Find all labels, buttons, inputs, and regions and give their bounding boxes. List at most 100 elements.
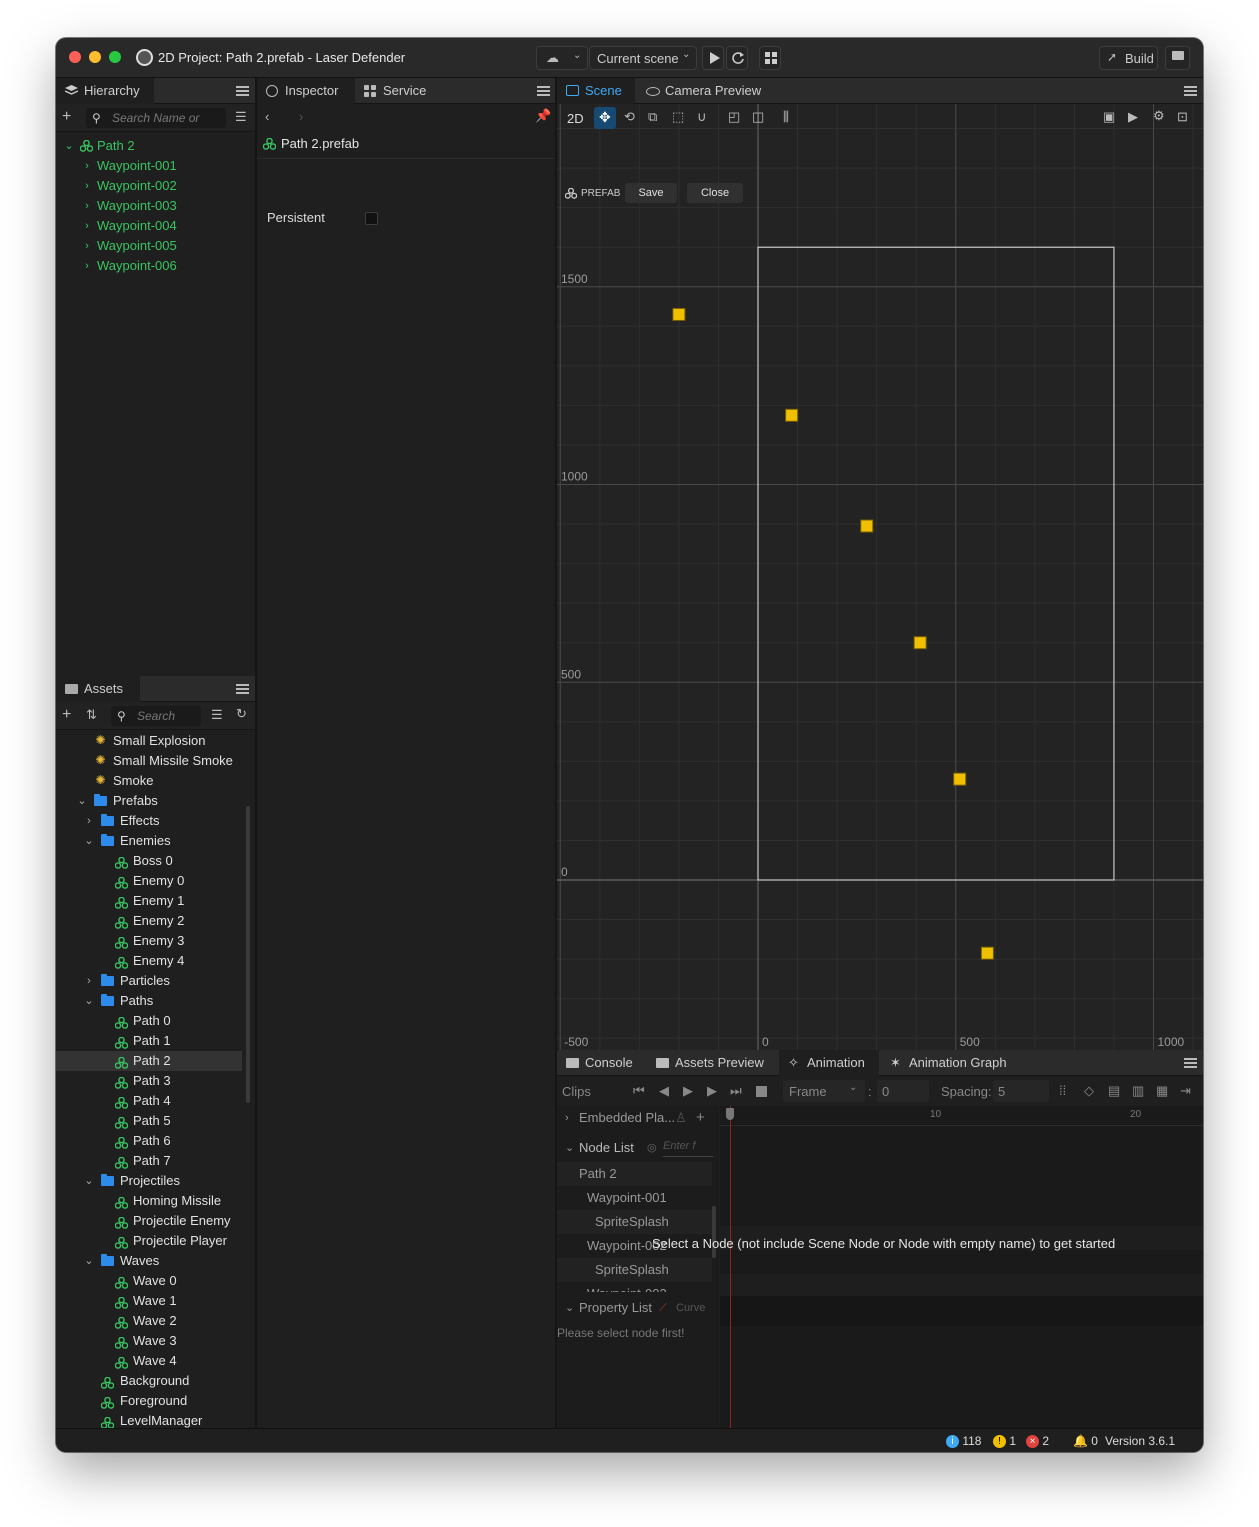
asset-row[interactable]: Enemy 1 [56,891,242,911]
tab-hierarchy[interactable]: Hierarchy [56,78,154,104]
asset-row[interactable]: Enemy 2 [56,911,242,931]
jump-first-icon[interactable]: ⏮ [633,1083,645,1099]
chevron-right-icon[interactable]: › [84,971,94,991]
maximize-window-button[interactable] [109,51,121,63]
minimize-window-button[interactable] [89,51,101,63]
node-list-item[interactable]: SpriteSplash [557,1258,712,1282]
asset-row[interactable]: Foreground [56,1391,242,1411]
tab-scene[interactable]: Scene [557,78,635,104]
asset-row[interactable]: Enemy 0 [56,871,242,891]
magnet-icon[interactable]: ∪ [697,109,707,125]
chevron-right-icon[interactable]: › [84,811,94,831]
tab-console[interactable]: Console [557,1050,647,1076]
tree-node-root[interactable]: ⌄ Path 2 [56,136,255,156]
waypoint-marker[interactable] [860,519,874,533]
refresh-icon[interactable]: ↻ [236,706,247,722]
chevron-down-icon[interactable]: ⌄ [84,1171,94,1191]
asset-row[interactable]: Wave 1 [56,1291,242,1311]
asset-folder-row[interactable]: › Particles [56,971,242,991]
chevron-right-icon[interactable]: › [82,236,92,256]
chevron-right-icon[interactable]: › [82,256,92,276]
node-list-header[interactable]: ⌄ Node List ◎ Enter f [557,1136,719,1160]
keyframe-icon[interactable]: ◇ [1084,1083,1094,1099]
mode-2d-toggle[interactable]: 2D [567,111,584,126]
back-arrow-icon[interactable]: ‹ [265,109,269,124]
asset-folder-row[interactable]: ⌄ Projectiles [56,1171,242,1191]
error-count[interactable]: × 2 [1026,1434,1049,1449]
step-forward-icon[interactable]: ▶ [707,1083,717,1099]
asset-row[interactable]: Projectile Enemy [56,1211,242,1231]
sort-icon[interactable]: ⇅ [86,707,97,723]
notification-count[interactable]: 🔔 0 [1073,1434,1098,1448]
prefab-save-button[interactable]: Save [625,183,677,203]
asset-row[interactable]: Wave 2 [56,1311,242,1331]
playhead-line[interactable] [730,1106,731,1428]
node-list-item[interactable]: Path 2 [557,1162,712,1186]
dots-grid-icon[interactable]: ⁞⁞ [1059,1083,1066,1098]
property-list-header[interactable]: ⌄ Property List ⟋ Curve [557,1296,719,1320]
clip-settings-icon[interactable]: ▥ [1132,1083,1144,1099]
node-list-item[interactable]: Waypoint-001 [557,1186,712,1210]
align-icon[interactable]: ⫼ [783,109,789,125]
asset-row[interactable]: Wave 0 [56,1271,242,1291]
jump-last-icon[interactable]: ⏭ [730,1083,742,1099]
timeline-area[interactable]: 10 20 [720,1106,1203,1428]
chevron-down-icon[interactable]: ⌄ [84,831,94,851]
asset-row[interactable]: Path 4 [56,1091,242,1111]
hierarchy-search-input[interactable]: ⚲ Search Name or [86,108,226,128]
warning-count[interactable]: ! 1 [993,1434,1016,1449]
scene-menu-icon[interactable] [1184,86,1197,96]
tree-node-waypoint[interactable]: › Waypoint-006 [56,256,255,276]
assets-search-input[interactable]: ⚲ Search [111,706,201,726]
rotate-icon[interactable]: ⟲ [624,109,635,125]
prefab-close-button[interactable]: Close [687,183,743,203]
asset-folder-row[interactable]: › Effects [56,811,242,831]
exit-icon[interactable]: ⇥ [1180,1083,1191,1099]
info-count[interactable]: i 118 [946,1434,981,1449]
tree-node-waypoint[interactable]: › Waypoint-003 [56,196,255,216]
hierarchy-menu-icon[interactable] [236,86,249,96]
node-list-item[interactable]: Waypoint-003 [557,1282,712,1292]
refresh-button[interactable] [726,46,748,70]
scene-select[interactable]: Current scene ⌄ [589,46,697,70]
waypoint-marker[interactable] [913,636,927,650]
pin-icon[interactable]: 📌 [535,108,551,124]
persistent-checkbox[interactable] [365,212,378,225]
add-node-icon[interactable]: + [62,108,71,126]
asset-row[interactable]: ✺ Small Explosion [56,731,242,751]
waypoint-marker[interactable] [953,772,967,786]
asset-row[interactable]: ✺ Smoke [56,771,242,791]
chevron-down-icon[interactable]: ⌄ [84,991,94,1011]
asset-row[interactable]: Path 5 [56,1111,242,1131]
timeline-ruler[interactable]: 10 20 [720,1106,1203,1126]
chevron-right-icon[interactable]: › [82,216,92,236]
embedded-player-row[interactable]: › Embedded Pla... ♙ + [557,1106,719,1130]
asset-row[interactable]: Path 2 [56,1051,242,1071]
local-global-icon[interactable]: ◫ [752,109,764,125]
play-icon[interactable]: ▶ [683,1083,693,1099]
asset-row[interactable]: Boss 0 [56,851,242,871]
chevron-right-icon[interactable]: › [82,176,92,196]
bottom-menu-icon[interactable] [1184,1058,1197,1068]
frame-unit-select[interactable]: Frame ⌄ [783,1080,865,1102]
waypoint-marker[interactable] [785,408,799,422]
clip-list-icon[interactable]: ▦ [1156,1083,1168,1099]
tree-node-waypoint[interactable]: › Waypoint-005 [56,236,255,256]
collapse-tree-icon[interactable]: ☰ [235,109,247,125]
rect-tool-icon[interactable]: ⬚ [672,109,684,125]
pivot-icon[interactable]: ◰ [728,109,740,125]
tab-camera-preview[interactable]: Camera Preview [637,78,767,104]
asset-row[interactable]: Path 6 [56,1131,242,1151]
node-list-item[interactable]: SpriteSplash [557,1210,712,1234]
stop-icon[interactable] [756,1086,767,1097]
asset-row[interactable]: Wave 4 [56,1351,242,1371]
asset-row[interactable]: LevelManager [56,1411,242,1428]
tab-service[interactable]: Service [355,78,445,104]
chevron-down-icon[interactable]: ⌄ [84,1251,94,1271]
layout-grid-button[interactable] [759,46,781,70]
asset-row[interactable]: Homing Missile [56,1191,242,1211]
asset-row[interactable]: Path 0 [56,1011,242,1031]
step-back-icon[interactable]: ◀ [659,1083,669,1099]
waypoint-marker[interactable] [980,946,994,960]
add-player-icon[interactable]: + [696,1106,705,1130]
